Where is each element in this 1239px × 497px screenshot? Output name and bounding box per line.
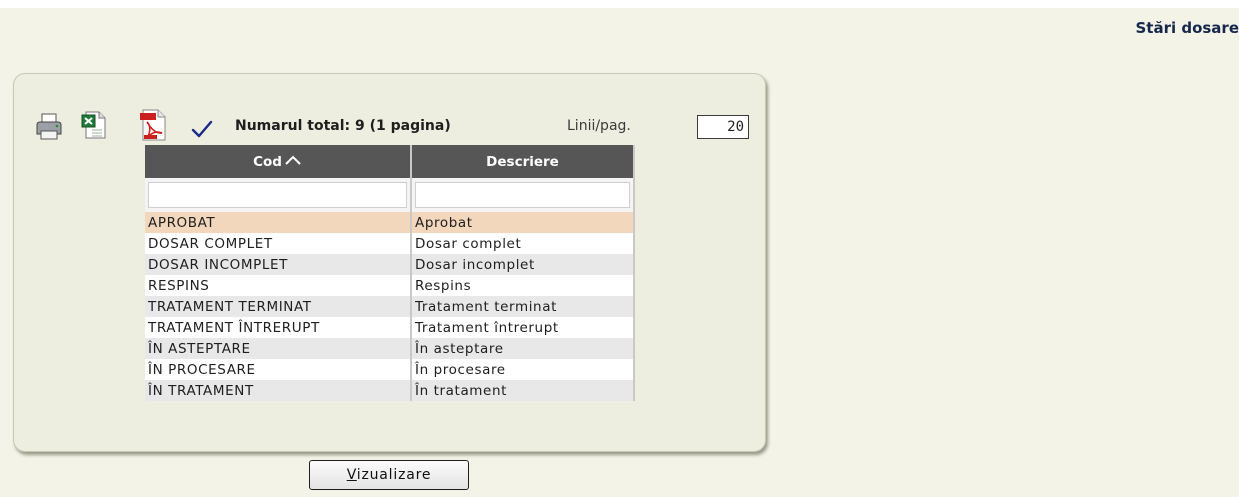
printer-icon[interactable] — [35, 111, 62, 141]
cell-descriere: Aprobat — [411, 212, 635, 233]
filter-input-cod[interactable] — [148, 182, 407, 208]
cell-cod: ÎN TRATAMENT — [145, 380, 412, 401]
pdf-export-icon[interactable] — [138, 108, 166, 141]
cell-descriere: În tratament — [411, 380, 635, 401]
cell-cod: APROBAT — [145, 212, 412, 233]
cell-cod: RESPINS — [145, 275, 412, 296]
sort-ascending-icon — [284, 154, 302, 170]
cell-cod: TRATAMENT TERMINAT — [145, 296, 412, 317]
cell-cod: TRATAMENT ÎNTRERUPT — [145, 317, 412, 338]
cell-descriere: Dosar incomplet — [411, 254, 635, 275]
table-row[interactable]: TRATAMENT ÎNTRERUPT Tratament întrerupt — [145, 317, 635, 338]
column-header-cod[interactable]: Cod — [145, 145, 412, 178]
cell-descriere: Tratament întrerupt — [411, 317, 635, 338]
view-button-mnemonic: V — [346, 467, 357, 483]
table-row[interactable]: ÎN TRATAMENT În tratament — [145, 380, 635, 401]
cell-cod: DOSAR INCOMPLET — [145, 254, 412, 275]
view-button-rest: izualizare — [356, 467, 432, 483]
cell-cod: ÎN PROCESARE — [145, 359, 412, 380]
cell-descriere: În procesare — [411, 359, 635, 380]
table-row[interactable]: ÎN PROCESARE În procesare — [145, 359, 635, 380]
top-strip — [0, 0, 1239, 8]
total-count: Numarul total: 9 (1 pagina) — [235, 118, 451, 134]
cell-descriere: Dosar complet — [411, 233, 635, 254]
cell-descriere: Respins — [411, 275, 635, 296]
filter-row — [145, 178, 635, 212]
data-grid: Cod Descriere APROBAT Aprobat DOSAR COMPLE… — [145, 145, 635, 401]
lines-per-page-label: Linii/pag. — [567, 118, 631, 134]
table-row[interactable]: DOSAR COMPLET Dosar complet — [145, 233, 635, 254]
column-header-descriere[interactable]: Descriere — [411, 145, 635, 178]
table-row[interactable]: APROBAT Aprobat — [145, 212, 635, 233]
table-row[interactable]: TRATAMENT TERMINAT Tratament terminat — [145, 296, 635, 317]
cell-descriere: În asteptare — [411, 338, 635, 359]
filter-input-descriere[interactable] — [415, 182, 630, 208]
checkmark-icon[interactable] — [190, 117, 214, 141]
lines-per-page-input[interactable] — [697, 115, 749, 139]
cell-cod: ÎN ASTEPTARE — [145, 338, 412, 359]
table-row[interactable]: DOSAR INCOMPLET Dosar incomplet — [145, 254, 635, 275]
cell-descriere: Tratament terminat — [411, 296, 635, 317]
table-row[interactable]: RESPINS Respins — [145, 275, 635, 296]
column-label-cod: Cod — [253, 153, 282, 170]
column-label-descriere: Descriere — [486, 153, 559, 170]
excel-export-icon[interactable] — [80, 110, 106, 140]
cell-cod: DOSAR COMPLET — [145, 233, 412, 254]
table-row[interactable]: ÎN ASTEPTARE În asteptare — [145, 338, 635, 359]
view-button[interactable]: Vizualizare — [309, 460, 469, 490]
page-title: Stări dosare — [1135, 19, 1239, 37]
